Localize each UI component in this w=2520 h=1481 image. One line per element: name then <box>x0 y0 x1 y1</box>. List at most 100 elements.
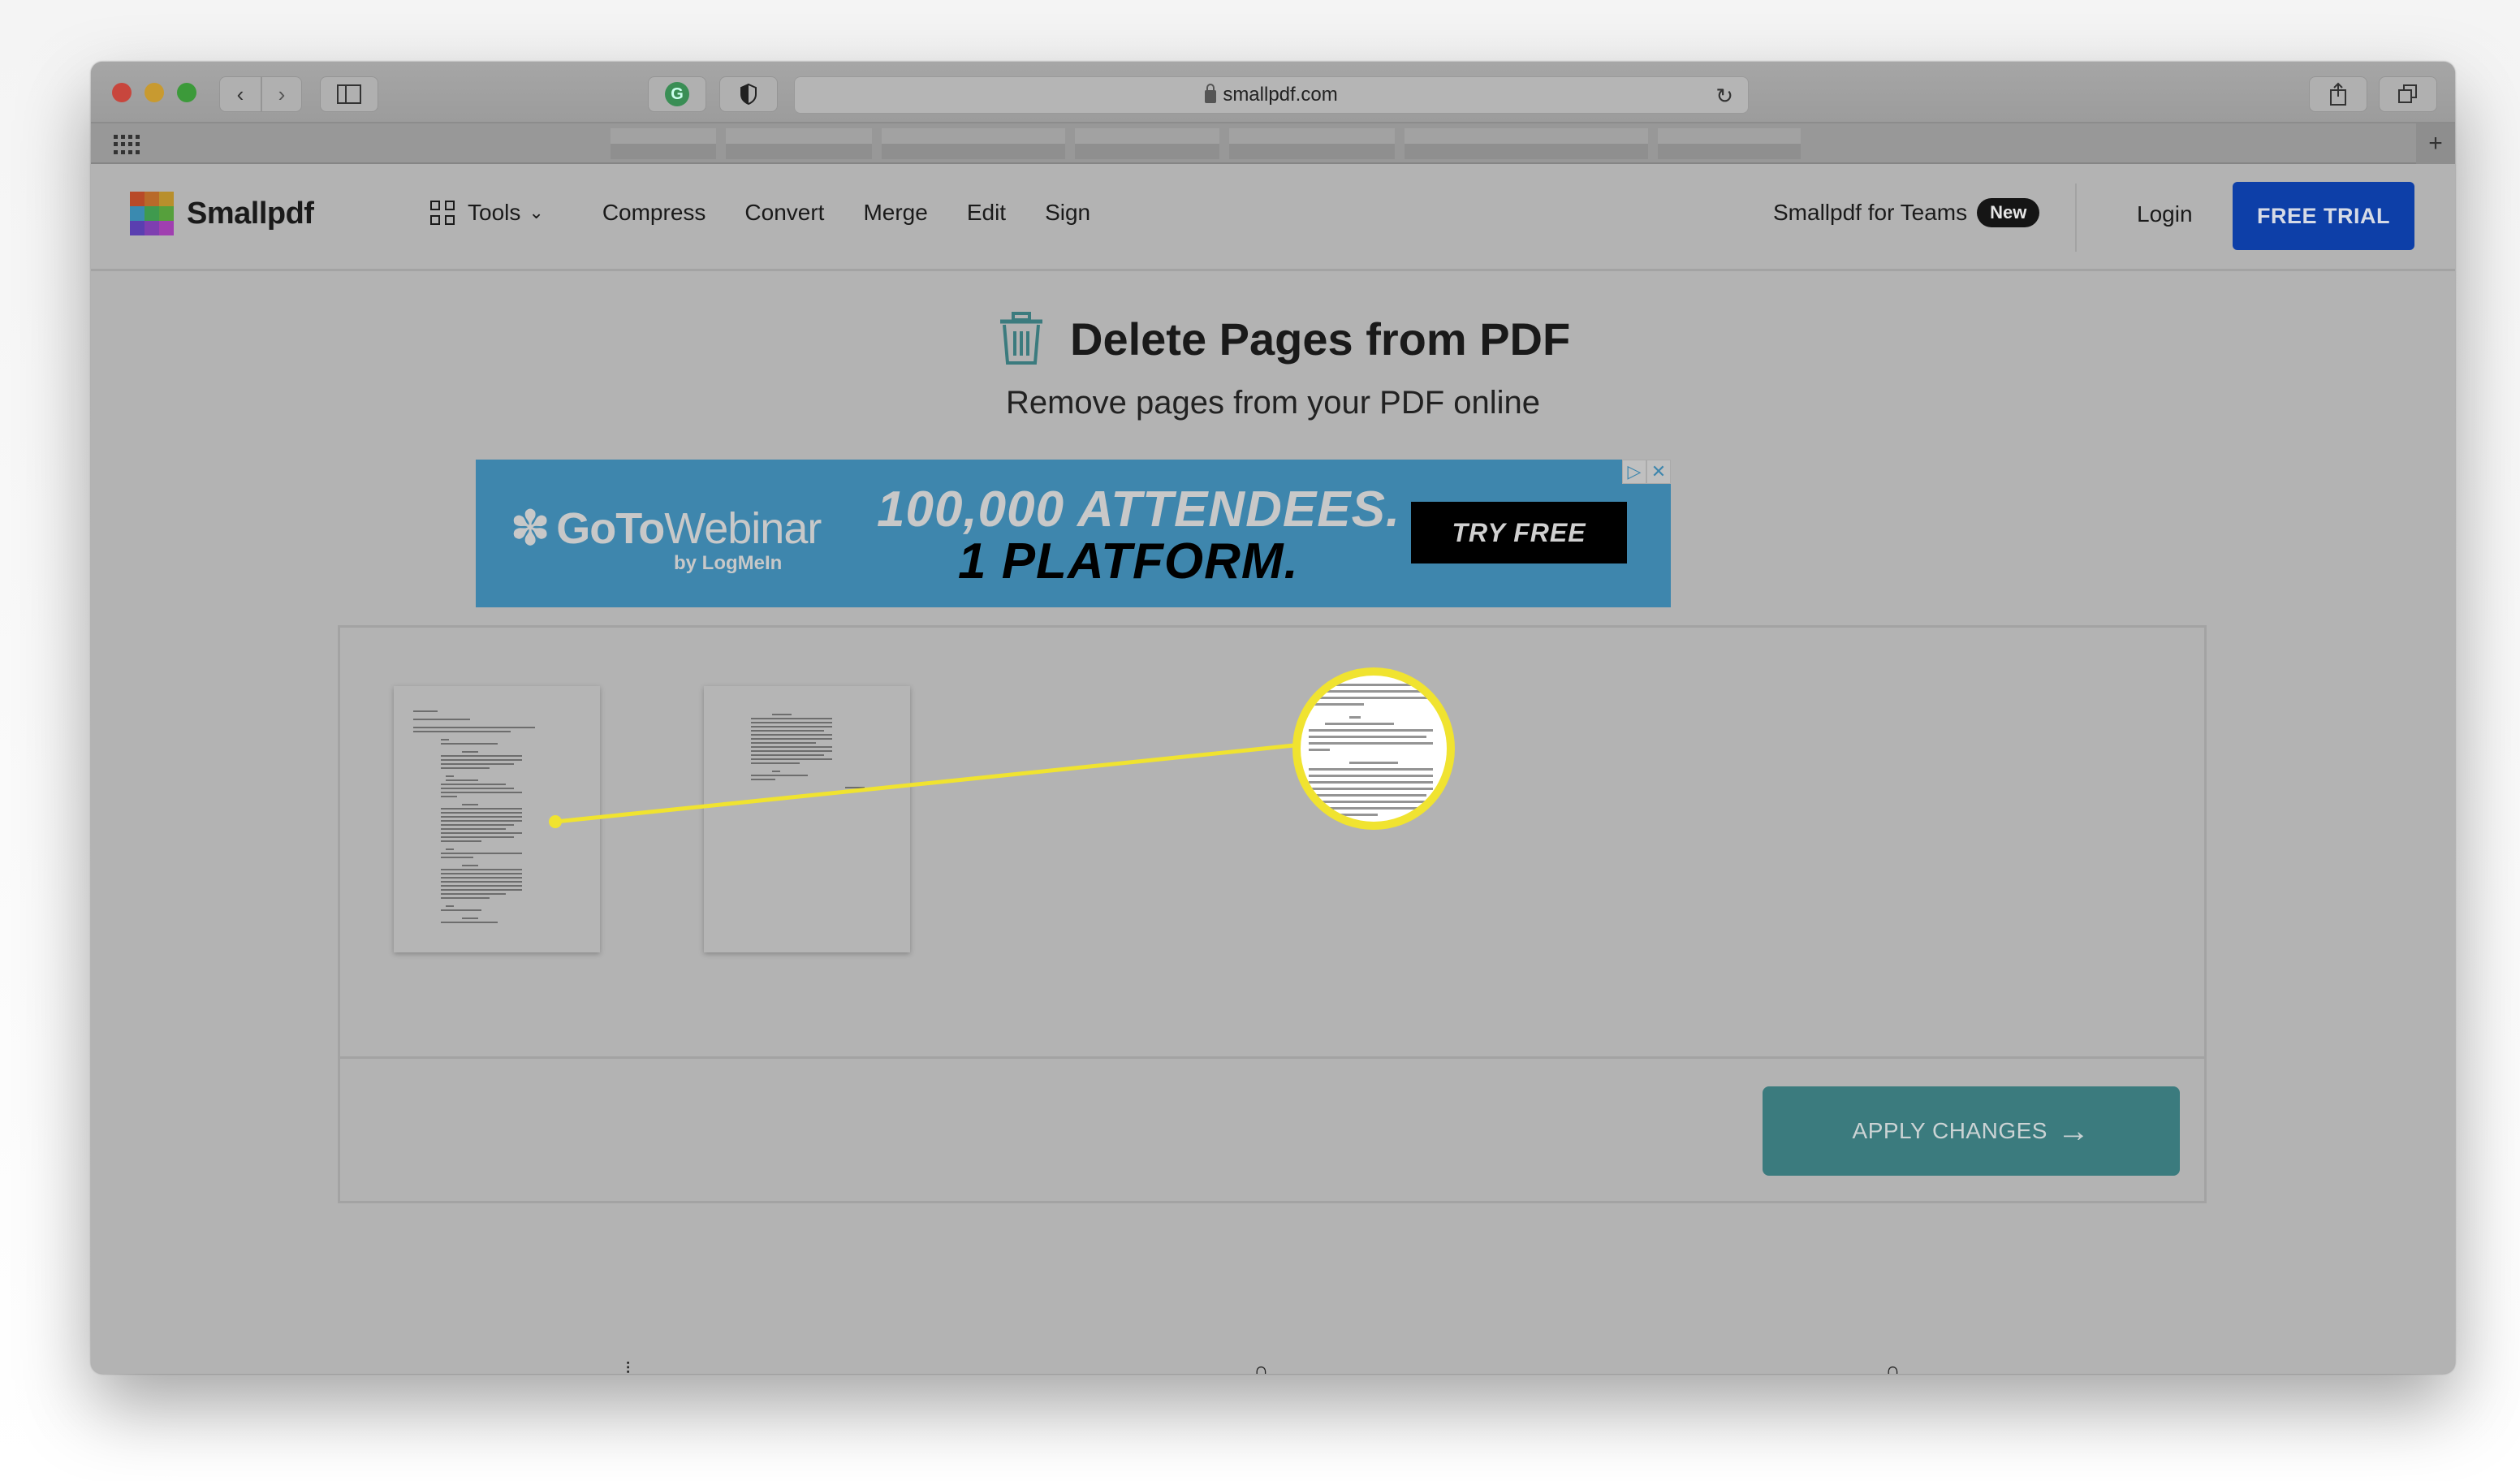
pdf-page-thumbnail[interactable] <box>704 686 910 952</box>
text-line <box>441 792 522 793</box>
text-line <box>1349 762 1398 764</box>
text-line <box>441 893 506 895</box>
text-line <box>441 759 522 761</box>
text-line <box>751 742 816 744</box>
teams-label: Smallpdf for Teams <box>1773 200 1968 225</box>
text-line <box>441 820 522 822</box>
reload-icon[interactable]: ↻ <box>1715 84 1733 109</box>
text-line <box>462 918 478 919</box>
back-button[interactable]: ‹ <box>219 76 261 112</box>
main-nav: Tools ⌄ Compress Convert Merge Edit Sign <box>430 200 1129 226</box>
login-link[interactable]: Login <box>2137 201 2193 227</box>
text-line <box>441 922 498 923</box>
bookmark-item[interactable] <box>1658 128 1801 159</box>
text-line <box>441 784 506 785</box>
ad-try-free-button[interactable]: TRY FREE <box>1411 502 1627 563</box>
magnifier-callout <box>1292 667 1455 830</box>
bookmark-item[interactable] <box>611 128 716 159</box>
favorites-grid-icon[interactable] <box>114 135 140 154</box>
favorites-bar: + <box>91 123 2455 164</box>
forward-icon: › <box>278 81 286 106</box>
minimize-window-button[interactable] <box>145 83 164 102</box>
text-line <box>751 738 832 740</box>
tabs-icon <box>2398 84 2417 103</box>
text-line <box>413 727 535 728</box>
apply-changes-button[interactable]: APPLY CHANGES → <box>1763 1086 2180 1176</box>
text-line <box>751 750 832 752</box>
text-line <box>751 779 775 780</box>
bookmark-item[interactable] <box>726 128 872 159</box>
address-bar[interactable]: smallpdf.com ↻ <box>794 76 1749 114</box>
ad-banner[interactable]: ✽ GoTo Webinar by LogMeIn 100,000 ATTENDE… <box>476 460 1671 607</box>
ad-close-icon[interactable]: ✕ <box>1646 460 1671 484</box>
text-line <box>751 730 824 732</box>
text-line <box>796 795 813 797</box>
text-line <box>751 754 824 756</box>
text-line <box>1309 807 1433 810</box>
text-line <box>441 812 522 814</box>
bookmark-item[interactable] <box>1405 128 1648 159</box>
ad-byline: by LogMeIn <box>674 552 783 574</box>
text-line <box>446 905 454 907</box>
close-window-button[interactable] <box>112 83 132 102</box>
tools-label: Tools <box>468 200 521 225</box>
text-line <box>441 836 514 838</box>
text-line <box>845 787 865 788</box>
bookmark-item[interactable] <box>1229 128 1395 159</box>
text-line <box>441 808 522 810</box>
gotowebinar-flower-icon: ✽ <box>510 501 550 555</box>
forward-button[interactable]: › <box>261 76 302 112</box>
show-tabs-button[interactable] <box>2379 76 2437 112</box>
text-line <box>1309 775 1433 777</box>
smallpdf-logo[interactable]: Smallpdf <box>130 192 314 235</box>
nav-link-merge[interactable]: Merge <box>863 200 927 226</box>
text-line <box>441 869 522 870</box>
shield-icon <box>740 83 757 106</box>
teams-link[interactable]: Smallpdf for Teams New <box>1773 198 2040 227</box>
free-trial-button[interactable]: FREE TRIAL <box>2233 182 2414 250</box>
grammarly-extension-button[interactable]: G <box>648 76 706 112</box>
share-button[interactable] <box>2309 76 2367 112</box>
brand-name: Smallpdf <box>187 196 314 231</box>
nav-link-edit[interactable]: Edit <box>967 200 1006 226</box>
sidebar-toggle-button[interactable] <box>320 76 378 112</box>
nav-link-convert[interactable]: Convert <box>744 200 824 226</box>
privacy-extension-button[interactable] <box>719 76 778 112</box>
text-line <box>462 804 478 805</box>
trash-icon <box>1000 312 1042 365</box>
adchoices-icon[interactable]: ▷ <box>1622 460 1646 484</box>
nav-link-sign[interactable]: Sign <box>1045 200 1090 226</box>
nav-link-compress[interactable]: Compress <box>602 200 706 226</box>
text-line <box>751 758 832 760</box>
text-line <box>1309 801 1433 803</box>
fullscreen-window-button[interactable] <box>177 83 196 102</box>
text-line <box>441 857 473 858</box>
text-line <box>751 762 800 764</box>
bookmark-item[interactable] <box>1075 128 1219 159</box>
text-line <box>751 746 832 748</box>
text-line <box>441 739 449 740</box>
text-line <box>1309 736 1426 738</box>
tools-menu-button[interactable]: Tools ⌄ <box>430 200 544 226</box>
blurred-bookmarks <box>611 128 1801 159</box>
new-tab-button[interactable]: + <box>2416 123 2455 164</box>
ad-headline-2: 1 PLATFORM. <box>958 533 1299 589</box>
text-line <box>751 726 832 728</box>
browser-toolbar: ‹ › G smallpdf.com ↻ <box>91 62 2455 123</box>
text-line <box>1349 716 1361 719</box>
text-line <box>441 840 481 842</box>
text-line <box>441 885 522 887</box>
ad-controls: ▷ ✕ <box>1622 460 1671 484</box>
ad-headline-1: 100,000 ATTENDEES. <box>877 481 1401 538</box>
text-line <box>441 767 490 769</box>
bookmark-item[interactable] <box>882 128 1065 159</box>
text-line <box>1309 703 1364 706</box>
feature-icon-1: ⁞ <box>625 1358 632 1374</box>
text-line <box>413 710 438 712</box>
text-line <box>751 734 832 736</box>
chevron-down-icon: ⌄ <box>529 202 544 222</box>
text-line <box>1309 749 1330 751</box>
pdf-page-thumbnail[interactable] <box>394 686 600 952</box>
page-title: Delete Pages from PDF <box>999 312 1570 365</box>
text-line <box>441 897 490 899</box>
